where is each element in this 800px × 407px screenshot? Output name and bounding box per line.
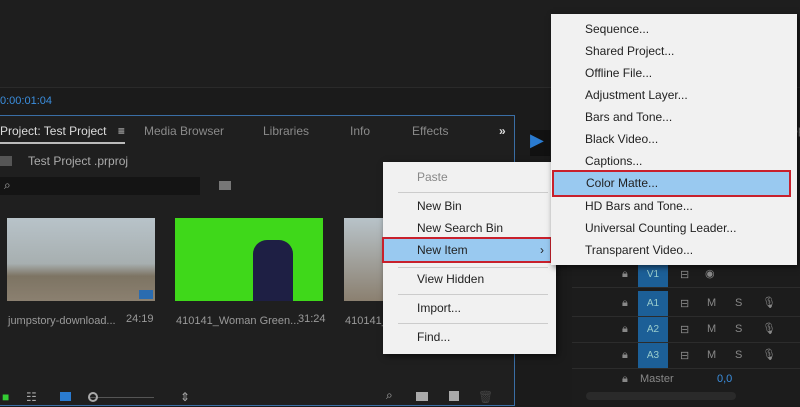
- mute-button[interactable]: M: [707, 297, 716, 309]
- track-target-a3[interactable]: A3: [638, 343, 668, 368]
- menu-item-find[interactable]: Find...: [383, 326, 556, 348]
- lock-icon[interactable]: 🔒︎: [622, 349, 628, 362]
- master-label: Master: [640, 373, 674, 385]
- submenu-item-adjustment-layer[interactable]: Adjustment Layer...: [551, 84, 797, 106]
- tab-effects[interactable]: Effects: [412, 124, 448, 138]
- clip-thumbnail[interactable]: [344, 218, 384, 301]
- track-target-a2[interactable]: A2: [638, 317, 668, 342]
- clip-badge-icon: [139, 290, 153, 299]
- tab-libraries[interactable]: Libraries: [263, 124, 309, 138]
- clip-name: 410141_Woman Green...: [176, 315, 300, 327]
- clip-name: jumpstory-download...: [8, 315, 116, 327]
- sync-lock-icon[interactable]: ⊟: [680, 268, 689, 281]
- mic-icon[interactable]: 🎙︎: [762, 322, 776, 335]
- menu-item-new-item[interactable]: New Item ›: [382, 237, 552, 263]
- play-icon[interactable]: ▶: [530, 130, 544, 150]
- clip-duration: 31:24: [298, 313, 326, 325]
- tab-media-browser[interactable]: Media Browser: [144, 124, 224, 138]
- submenu-item-color-matte[interactable]: Color Matte...: [552, 170, 791, 197]
- woman-figure: [253, 240, 293, 301]
- mic-icon[interactable]: 🎙︎: [762, 296, 776, 309]
- eye-icon[interactable]: ◉: [705, 267, 715, 280]
- menu-item-new-search-bin[interactable]: New Search Bin: [383, 217, 556, 239]
- clip-thumbnail[interactable]: [7, 218, 155, 301]
- clip-name: 410141_: [345, 315, 388, 327]
- project-footer: ■ ☷ ⇕ ⌕ 🗑: [0, 388, 515, 406]
- lock-icon[interactable]: ■: [2, 390, 9, 404]
- overflow-icon[interactable]: »: [499, 124, 506, 138]
- submenu-item-universal-counting-leader[interactable]: Universal Counting Leader...: [551, 217, 797, 239]
- sync-lock-icon[interactable]: ⊟: [680, 349, 689, 362]
- trash-icon[interactable]: 🗑: [478, 390, 493, 404]
- lock-icon[interactable]: 🔒︎: [622, 297, 628, 310]
- submenu-item-sequence[interactable]: Sequence...: [551, 18, 797, 40]
- submenu-item-bars-and-tone[interactable]: Bars and Tone...: [551, 106, 797, 128]
- find-icon[interactable]: ⌕: [386, 388, 393, 403]
- icon-view-icon[interactable]: [60, 392, 71, 401]
- submenu-arrow-icon: ›: [540, 243, 544, 257]
- master-volume[interactable]: 0,0: [717, 373, 732, 385]
- menu-item-label: New Item: [417, 243, 468, 257]
- program-monitor: ▶: [530, 130, 550, 156]
- submenu-item-captions[interactable]: Captions...: [551, 150, 797, 172]
- solo-button[interactable]: S: [735, 349, 742, 361]
- menu-item-view-hidden[interactable]: View Hidden: [383, 268, 556, 290]
- tab-project[interactable]: Project: Test Project ≡: [0, 124, 125, 144]
- tab-info[interactable]: Info: [350, 124, 370, 138]
- list-view-icon[interactable]: ☷: [26, 390, 37, 404]
- new-item-icon[interactable]: [449, 391, 459, 401]
- menu-item-paste[interactable]: Paste: [383, 166, 556, 188]
- menu-item-new-bin[interactable]: New Bin: [383, 195, 556, 217]
- context-menu: Paste New Bin New Search Bin New Item › V…: [382, 162, 556, 354]
- tab-label: Project: Test Project: [0, 124, 107, 138]
- clip-duration: 24:19: [126, 313, 154, 325]
- clip-thumbnail[interactable]: [175, 218, 323, 301]
- sync-lock-icon[interactable]: ⊟: [680, 323, 689, 336]
- search-icon: ⌕: [4, 178, 11, 192]
- panel-menu-icon[interactable]: ≡: [118, 124, 125, 138]
- new-bin-icon[interactable]: [416, 392, 428, 401]
- project-file-name: Test Project .prproj: [28, 154, 129, 168]
- new-search-bin-icon[interactable]: [219, 181, 231, 190]
- submenu-item-offline-file[interactable]: Offline File...: [551, 62, 797, 84]
- mute-button[interactable]: M: [707, 349, 716, 361]
- timecode[interactable]: 0:00:01:04: [0, 95, 52, 107]
- timeline-track-headers: 🔒︎ V1 ⊟ ◉ 🔒︎ A1 ⊟ M S 🎙︎ 🔒︎ A2 ⊟ M S 🎙︎ 🔒︎ A3 ⊟ M S 🎙︎ 🔒︎ …: [572, 262, 800, 406]
- submenu-item-shared-project[interactable]: Shared Project...: [551, 40, 797, 62]
- lock-icon[interactable]: 🔒︎: [622, 373, 628, 386]
- timeline-scrollbar[interactable]: [586, 392, 736, 400]
- solo-button[interactable]: S: [735, 297, 742, 309]
- track-target-v1[interactable]: V1: [638, 262, 668, 287]
- lock-icon[interactable]: 🔒︎: [622, 323, 628, 336]
- folder-icon: [0, 156, 12, 166]
- track-target-a1[interactable]: A1: [638, 291, 668, 316]
- new-item-submenu: Sequence... Shared Project... Offline Fi…: [551, 14, 797, 265]
- submenu-item-black-video[interactable]: Black Video...: [551, 128, 797, 150]
- menu-item-import[interactable]: Import...: [383, 297, 556, 319]
- sort-icon[interactable]: ⇕: [180, 390, 190, 404]
- search-input[interactable]: ⌕: [0, 177, 200, 195]
- mute-button[interactable]: M: [707, 323, 716, 335]
- solo-button[interactable]: S: [735, 323, 742, 335]
- submenu-item-hd-bars-and-tone[interactable]: HD Bars and Tone...: [551, 195, 797, 217]
- sync-lock-icon[interactable]: ⊟: [680, 297, 689, 310]
- mic-icon[interactable]: 🎙︎: [762, 348, 776, 361]
- zoom-slider-handle[interactable]: [88, 392, 98, 402]
- submenu-item-transparent-video[interactable]: Transparent Video...: [551, 239, 797, 261]
- lock-icon[interactable]: 🔒︎: [622, 268, 628, 281]
